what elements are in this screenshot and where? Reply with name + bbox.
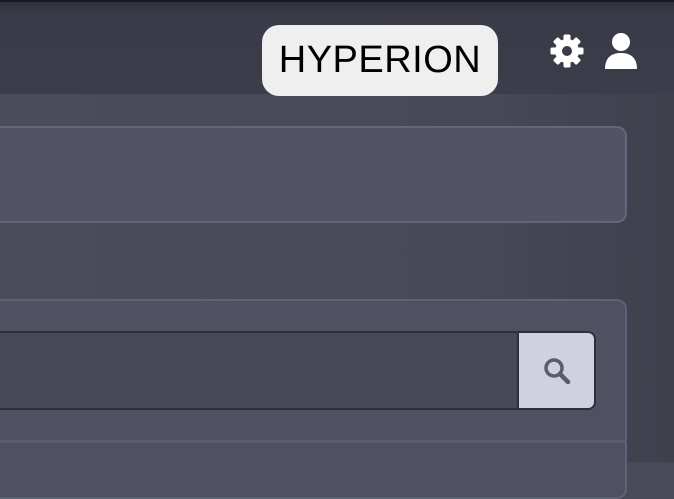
user-icon <box>605 33 637 69</box>
search-icon <box>543 357 570 384</box>
top-navigation-bar: HYPERION <box>0 0 674 96</box>
brand-logo[interactable]: HYPERION <box>262 25 498 96</box>
content-panel <box>0 126 627 223</box>
gear-icon <box>550 34 584 68</box>
search-button[interactable] <box>517 331 596 410</box>
panel-divider <box>0 440 627 443</box>
user-account-button[interactable] <box>603 32 639 70</box>
search-input[interactable] <box>0 331 519 410</box>
app-background: HYPERION <box>0 0 674 499</box>
settings-button[interactable] <box>549 32 585 70</box>
